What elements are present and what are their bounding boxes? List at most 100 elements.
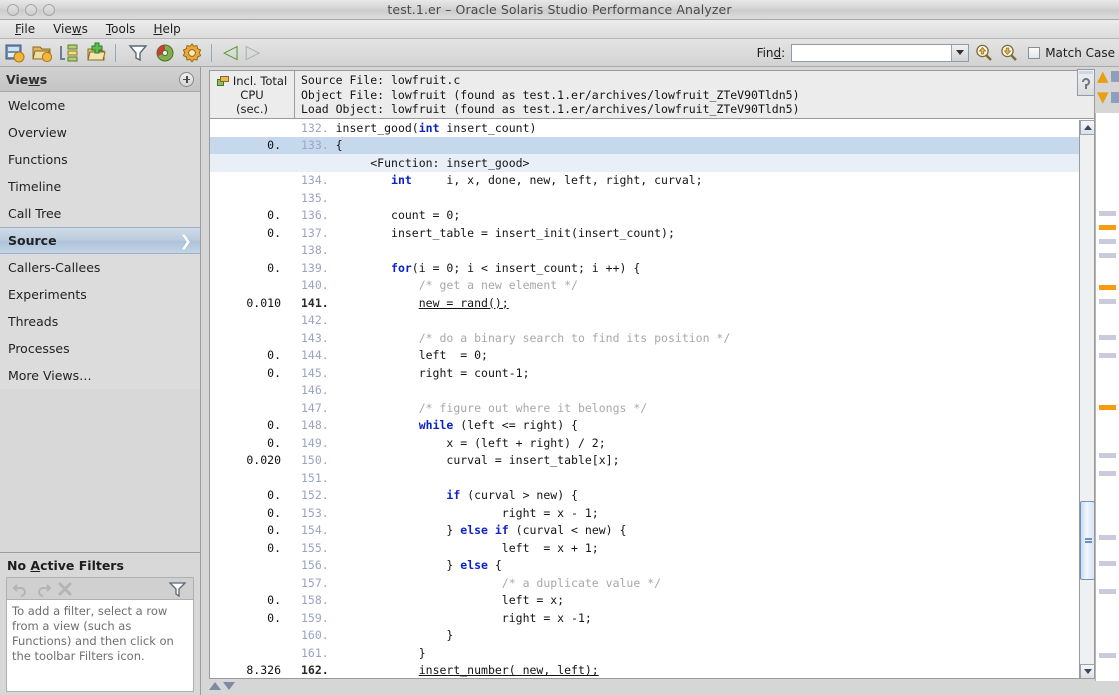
right-dock-tab-bottom[interactable] bbox=[1111, 92, 1119, 103]
hscroll-up-icon[interactable] bbox=[209, 682, 221, 690]
find-previous-icon[interactable] bbox=[974, 43, 994, 63]
scrollbar-thumb[interactable] bbox=[1080, 501, 1094, 580]
sidebar-item-more-views[interactable]: More Views… bbox=[0, 362, 200, 389]
hot-line-marker-gutter[interactable] bbox=[1095, 113, 1119, 683]
clear-filter-icon[interactable] bbox=[55, 580, 75, 598]
filter-funnel-icon[interactable] bbox=[168, 580, 188, 598]
find-combo[interactable] bbox=[791, 43, 970, 62]
code-line-row[interactable]: 0. 139. for(i = 0; i < insert_count; i ++… bbox=[210, 259, 1094, 277]
nav-back-button[interactable]: ◁ bbox=[223, 43, 238, 62]
code-line-row[interactable]: 132. insert_good(int insert_count) bbox=[210, 119, 1094, 137]
code-line-text: 155. left = x + 1; bbox=[301, 540, 599, 555]
code-line-row[interactable]: 135. bbox=[210, 189, 1094, 207]
line-marker[interactable] bbox=[1099, 239, 1116, 244]
code-line-row[interactable]: <Function: insert_good> bbox=[210, 154, 1094, 172]
line-marker[interactable] bbox=[1099, 211, 1116, 216]
open-experiment-icon[interactable] bbox=[3, 41, 27, 65]
code-line-row[interactable]: 0. 154. } else if (curval < new) { bbox=[210, 522, 1094, 540]
line-marker[interactable] bbox=[1099, 335, 1116, 340]
sidebar-item-functions[interactable]: Functions bbox=[0, 146, 200, 173]
sidebar-item-threads[interactable]: Threads bbox=[0, 308, 200, 335]
code-line-row[interactable]: 143. /* do a binary search to find its p… bbox=[210, 329, 1094, 347]
code-line-row[interactable]: 146. bbox=[210, 382, 1094, 400]
hot-line-marker[interactable] bbox=[1099, 225, 1116, 230]
sidebar-item-callers-callees[interactable]: Callers-Callees bbox=[0, 254, 200, 281]
sidebar-item-timeline[interactable]: Timeline bbox=[0, 173, 200, 200]
scroll-up-chevron-icon[interactable]: ▲ bbox=[1097, 69, 1109, 84]
code-line-row[interactable]: 0. 158. left = x; bbox=[210, 592, 1094, 610]
code-line-row[interactable]: 138. bbox=[210, 242, 1094, 260]
menu-views[interactable]: Views bbox=[44, 20, 97, 38]
code-line-row[interactable]: 134. int i, x, done, new, left, right, c… bbox=[210, 172, 1094, 190]
title-bar: test.1.er – Oracle Solaris Studio Perfor… bbox=[0, 0, 1119, 20]
menu-file[interactable]: File bbox=[6, 20, 44, 38]
new-experiment-icon[interactable] bbox=[84, 41, 108, 65]
sidebar-item-welcome[interactable]: Welcome bbox=[0, 92, 200, 119]
code-line-row[interactable]: 157. /* a duplicate value */ bbox=[210, 574, 1094, 592]
scroll-up-button[interactable] bbox=[1080, 120, 1094, 135]
sidebar-item-processes[interactable]: Processes bbox=[0, 335, 200, 362]
hot-line-marker[interactable] bbox=[1099, 405, 1116, 410]
scroll-down-chevron-icon[interactable]: ▼ bbox=[1097, 90, 1109, 105]
compare-experiments-icon[interactable] bbox=[57, 41, 81, 65]
line-marker[interactable] bbox=[1099, 299, 1116, 304]
line-marker[interactable] bbox=[1099, 589, 1116, 594]
line-marker[interactable] bbox=[1099, 535, 1116, 540]
hot-line-marker[interactable] bbox=[1099, 285, 1116, 290]
code-line-row[interactable]: 0. 155. left = x + 1; bbox=[210, 539, 1094, 557]
add-experiment-icon[interactable] bbox=[30, 41, 54, 65]
code-line-row[interactable]: 0. 149. x = (left + right) / 2; bbox=[210, 434, 1094, 452]
code-line-row[interactable]: 0. 144. left = 0; bbox=[210, 347, 1094, 365]
find-input[interactable] bbox=[792, 44, 952, 61]
right-dock-tab-top[interactable] bbox=[1111, 71, 1119, 82]
code-line-row[interactable]: 8.326 162. insert_number( new, left); bbox=[210, 662, 1094, 679]
toolbar-separator-1 bbox=[115, 43, 116, 62]
code-line-row[interactable]: 0. 145. right = count-1; bbox=[210, 364, 1094, 382]
filters-icon[interactable] bbox=[126, 41, 150, 65]
code-vertical-scrollbar[interactable] bbox=[1079, 120, 1094, 678]
line-marker[interactable] bbox=[1099, 653, 1116, 658]
code-line-row[interactable]: 147. /* figure out where it belongs */ bbox=[210, 399, 1094, 417]
line-marker[interactable] bbox=[1099, 353, 1116, 358]
match-case-checkbox[interactable] bbox=[1028, 46, 1041, 59]
hscroll-down-icon[interactable] bbox=[223, 682, 235, 690]
line-marker[interactable] bbox=[1099, 561, 1116, 566]
bottom-scroll-arrows[interactable] bbox=[209, 682, 235, 690]
undo-filter-icon[interactable] bbox=[11, 580, 31, 598]
line-marker[interactable] bbox=[1099, 471, 1116, 476]
menu-help[interactable]: Help bbox=[144, 20, 189, 38]
code-line-row[interactable]: 161. } bbox=[210, 644, 1094, 662]
code-line-row[interactable]: 0.020 150. curval = insert_table[x]; bbox=[210, 452, 1094, 470]
code-line-row[interactable]: 0. 153. right = x - 1; bbox=[210, 504, 1094, 522]
sidebar-item-experiments[interactable]: Experiments bbox=[0, 281, 200, 308]
code-line-row[interactable]: 156. } else { bbox=[210, 557, 1094, 575]
sidebar-item-call-tree[interactable]: Call Tree bbox=[0, 200, 200, 227]
add-view-button[interactable] bbox=[179, 71, 194, 87]
line-marker[interactable] bbox=[1099, 253, 1116, 258]
code-line-row[interactable]: 140. /* get a new element */ bbox=[210, 277, 1094, 295]
find-next-icon[interactable] bbox=[999, 43, 1019, 63]
find-history-dropdown[interactable] bbox=[951, 44, 969, 61]
sidebar-item-source[interactable]: Source ❯ bbox=[0, 227, 200, 254]
settings-gear-icon[interactable] bbox=[180, 41, 204, 65]
code-line-row[interactable]: 0. 152. if (curval > new) { bbox=[210, 487, 1094, 505]
code-line-row[interactable]: 0.010 141. new = rand(); bbox=[210, 294, 1094, 312]
code-line-row[interactable]: 151. bbox=[210, 469, 1094, 487]
code-listing[interactable]: 132. insert_good(int insert_count) 0. 133.… bbox=[210, 119, 1094, 679]
code-navigation-icon[interactable] bbox=[1077, 69, 1095, 96]
code-line-row[interactable]: 142. bbox=[210, 312, 1094, 330]
code-line-row[interactable]: 160. } bbox=[210, 627, 1094, 645]
metrics-icon[interactable] bbox=[153, 41, 177, 65]
code-line-row[interactable]: 0. 137. insert_table = insert_init(insert… bbox=[210, 224, 1094, 242]
scroll-down-button[interactable] bbox=[1080, 664, 1094, 678]
code-line-row[interactable]: 0. 133. { bbox=[210, 136, 1094, 154]
redo-filter-icon[interactable] bbox=[33, 580, 53, 598]
code-line-metric: 0. bbox=[267, 225, 281, 240]
code-line-row[interactable]: 0. 136. count = 0; bbox=[210, 207, 1094, 225]
sidebar-item-overview[interactable]: Overview bbox=[0, 119, 200, 146]
line-marker[interactable] bbox=[1099, 453, 1116, 458]
code-line-row[interactable]: 0. 159. right = x -1; bbox=[210, 609, 1094, 627]
code-line-row[interactable]: 0. 148. while (left <= right) { bbox=[210, 417, 1094, 435]
metric-column-header[interactable]: Incl. Total CPU (sec.) bbox=[210, 71, 295, 118]
menu-tools[interactable]: Tools bbox=[97, 20, 145, 38]
